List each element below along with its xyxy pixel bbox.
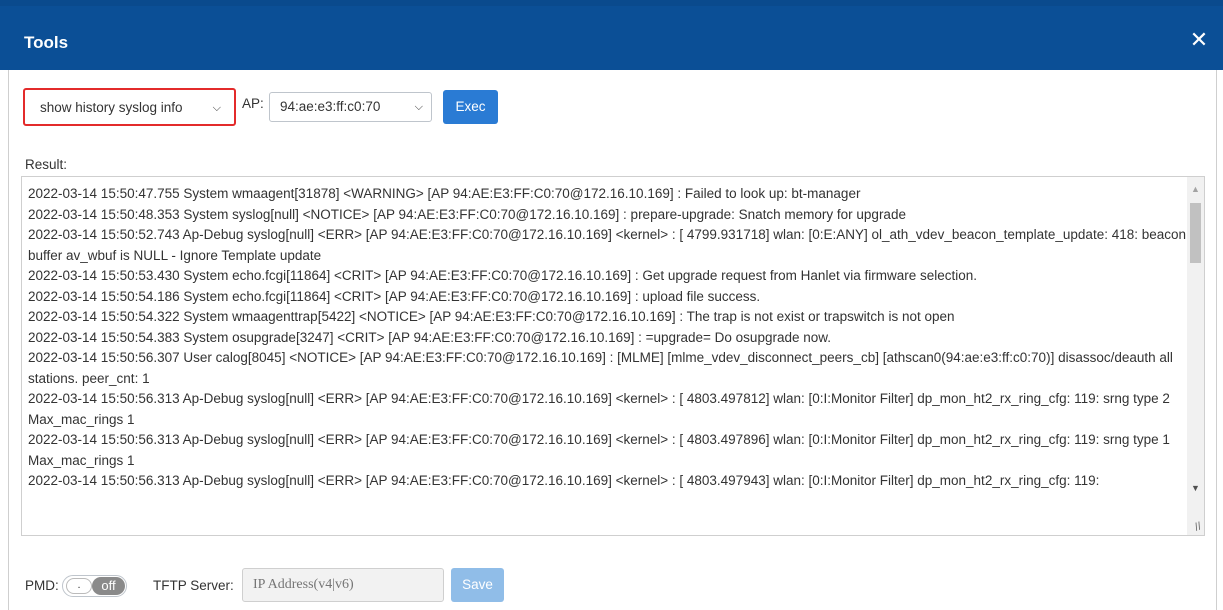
command-select-highlight: show history syslog info ⌵ <box>23 88 236 126</box>
tftp-server-label: TFTP Server: <box>153 578 234 593</box>
command-select[interactable]: show history syslog info ⌵ <box>29 93 230 123</box>
tools-dialog: Tools ✕ show history syslog info ⌵ AP: 9… <box>0 0 1223 610</box>
chevron-down-icon: ⌵ <box>414 101 423 113</box>
ap-select-value: 94:ae:e3:ff:c0:70 <box>280 99 381 114</box>
log-line: 2022-03-14 15:50:56.307 User calog[8045]… <box>28 350 1173 386</box>
log-content: 2022-03-14 15:50:47.755 System wmaagent[… <box>28 184 1188 492</box>
command-select-value: show history syslog info <box>40 100 183 115</box>
footer-row: PMD: . off TFTP Server: Save <box>25 568 725 604</box>
dialog-title: Tools <box>24 33 69 52</box>
scroll-up-icon[interactable]: ▲ <box>1191 184 1200 194</box>
header-strip <box>0 0 1223 6</box>
chevron-down-icon: ⌵ <box>212 102 221 114</box>
exec-button[interactable]: Exec <box>443 90 498 124</box>
ap-select[interactable]: 94:ae:e3:ff:c0:70 ⌵ <box>269 92 432 122</box>
pmd-toggle[interactable]: . off <box>62 575 127 597</box>
command-row: show history syslog info ⌵ AP: 94:ae:e3:… <box>21 88 721 128</box>
close-icon[interactable]: ✕ <box>1187 28 1211 52</box>
pmd-label: PMD: <box>25 578 59 593</box>
log-line: 2022-03-14 15:50:56.313 Ap-Debug syslog[… <box>28 432 1170 468</box>
log-line: 2022-03-14 15:50:53.430 System echo.fcgi… <box>28 268 977 283</box>
result-textarea[interactable]: 2022-03-14 15:50:47.755 System wmaagent[… <box>21 176 1205 536</box>
dialog-header: Tools ✕ <box>0 0 1223 70</box>
log-line: 2022-03-14 15:50:56.313 Ap-Debug syslog[… <box>28 473 1100 488</box>
log-line: 2022-03-14 15:50:56.313 Ap-Debug syslog[… <box>28 391 1170 427</box>
vertical-scrollbar[interactable]: ▲ ▼ <box>1187 177 1204 535</box>
toggle-state: off <box>92 577 125 595</box>
log-line: 2022-03-14 15:50:54.383 System osupgrade… <box>28 329 831 345</box>
log-line: 2022-03-14 15:50:52.743 Ap-Debug syslog[… <box>28 227 1187 263</box>
scroll-thumb[interactable] <box>1190 203 1201 263</box>
scroll-down-icon[interactable]: ▼ <box>1191 483 1200 493</box>
toggle-knob: . <box>66 578 92 594</box>
log-line: 2022-03-14 15:50:48.353 System syslog[nu… <box>28 206 906 222</box>
dialog-body: show history syslog info ⌵ AP: 94:ae:e3:… <box>8 70 1217 610</box>
tftp-server-input[interactable] <box>242 568 444 602</box>
ap-label: AP: <box>242 96 264 111</box>
save-button[interactable]: Save <box>451 568 504 602</box>
log-line: 2022-03-14 15:50:54.322 System wmaagentt… <box>28 309 955 324</box>
result-label: Result: <box>25 157 68 172</box>
log-line: 2022-03-14 15:50:47.755 System wmaagent[… <box>28 186 861 201</box>
log-line: 2022-03-14 15:50:54.186 System echo.fcgi… <box>28 288 761 304</box>
